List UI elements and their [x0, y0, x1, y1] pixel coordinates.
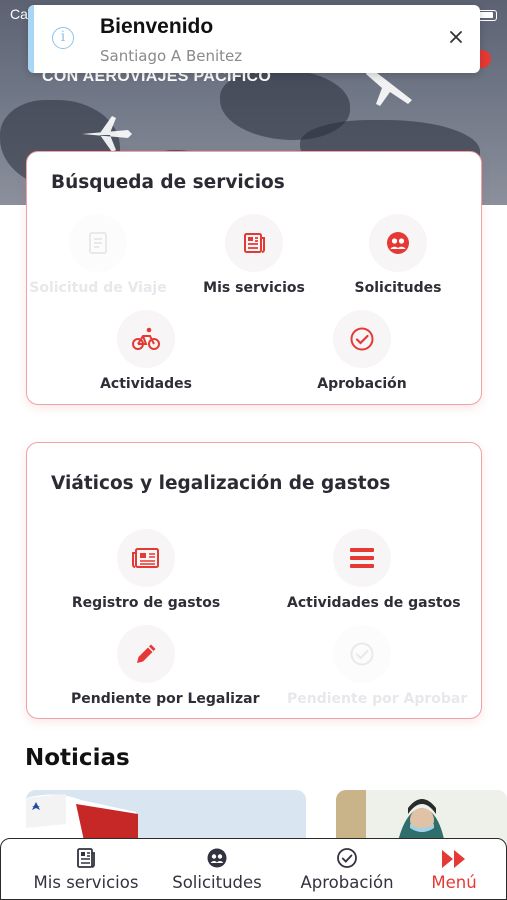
tab-label: Solicitudes	[172, 873, 262, 892]
services-card-title: Búsqueda de servicios	[51, 172, 285, 193]
close-icon[interactable]	[446, 27, 466, 47]
info-icon: i	[52, 27, 74, 49]
service-label: Solicitudes	[354, 280, 442, 296]
list-icon	[333, 529, 391, 587]
service-mis-servicios[interactable]: Mis servicios	[179, 214, 329, 296]
group-icon	[157, 843, 277, 869]
toast-title: Bienvenido	[100, 15, 214, 38]
expenses-card-title: Viáticos y legalización de gastos	[51, 473, 391, 494]
tab-aprobacion[interactable]: Aprobación	[287, 839, 407, 899]
service-label: Aprobación	[317, 376, 407, 392]
expense-label: Actividades de gastos	[287, 595, 461, 611]
group-icon	[369, 214, 427, 272]
newspaper-icon	[225, 214, 283, 272]
service-label: Actividades	[100, 376, 192, 392]
welcome-toast: i Bienvenido Santiago A Benitez	[28, 5, 480, 73]
pencil-icon	[117, 625, 175, 683]
toast-subtitle: Santiago A Benitez	[100, 47, 243, 65]
tab-solicitudes[interactable]: Solicitudes	[157, 839, 277, 899]
service-label: Solicitud de Viaje	[29, 280, 167, 296]
bicycle-icon	[117, 310, 175, 368]
document-icon	[69, 214, 127, 272]
expense-pendiente-por-aprobar[interactable]: Pendiente por Aprobar	[287, 625, 468, 707]
check-badge-icon	[287, 843, 407, 869]
services-card: Búsqueda de servicios Solicitud de Viaje…	[26, 151, 482, 405]
expense-label: Registro de gastos	[71, 595, 221, 611]
newspaper-icon	[117, 529, 175, 587]
app-screen: Car CON AEROVIAJES PACIFICO i Bienvenido…	[0, 0, 507, 900]
news-title: Noticias	[25, 745, 130, 771]
service-actividades[interactable]: Actividades	[71, 310, 221, 392]
expense-label: Pendiente por Aprobar	[287, 691, 468, 707]
airplane-icon	[82, 116, 132, 152]
expenses-card: Viáticos y legalización de gastos Regist…	[26, 442, 482, 719]
expense-actividades-de-gastos[interactable]: Actividades de gastos	[287, 529, 461, 611]
tab-label: Menú	[431, 873, 477, 892]
toast-accent-bar	[28, 5, 34, 73]
service-label: Mis servicios	[203, 280, 305, 296]
fast-forward-icon	[417, 843, 491, 869]
tab-mis-servicios[interactable]: Mis servicios	[15, 839, 157, 899]
newspaper-icon	[15, 843, 157, 869]
expense-registro-de-gastos[interactable]: Registro de gastos	[71, 529, 221, 611]
service-aprobacion[interactable]: Aprobación	[287, 310, 437, 392]
service-solicitud-de-viaje[interactable]: Solicitud de Viaje	[23, 214, 173, 296]
tab-label: Mis servicios	[33, 873, 139, 892]
tab-label: Aprobación	[300, 873, 394, 892]
check-badge-icon	[333, 625, 391, 683]
bottom-tab-bar: Mis servicios Solicitudes Aprobación Men…	[0, 838, 507, 900]
check-badge-icon	[333, 310, 391, 368]
service-solicitudes[interactable]: Solicitudes	[323, 214, 473, 296]
expense-pendiente-por-legalizar[interactable]: Pendiente por Legalizar	[71, 625, 260, 707]
expense-label: Pendiente por Legalizar	[71, 691, 260, 707]
tab-menu[interactable]: Menú	[417, 839, 491, 899]
